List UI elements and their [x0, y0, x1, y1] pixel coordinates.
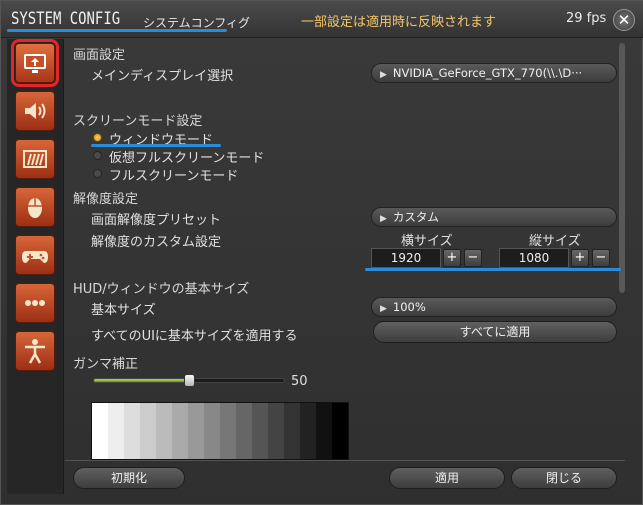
height-increase-button[interactable]: +: [571, 249, 589, 267]
speaker-icon: [25, 103, 46, 119]
resolution-highlight: [365, 268, 621, 271]
gamma-swatch: [316, 403, 332, 459]
title-underline: [7, 29, 227, 32]
radio-virtual-fullscreen[interactable]: [93, 151, 102, 160]
gamma-section-title: ガンマ補正: [73, 357, 139, 372]
main-display-dropdown[interactable]: ▶ NVIDIA_GeForce_GTX_770(\\.\D···: [371, 63, 617, 83]
accessibility-settings-tab[interactable]: [15, 331, 55, 371]
close-button[interactable]: 閉じる: [511, 467, 617, 489]
gamma-swatch: [172, 403, 188, 459]
gamma-slider-fill: [94, 379, 189, 382]
apply-button[interactable]: 適用: [389, 467, 505, 489]
screen-mode-section-title: スクリーンモード設定: [73, 114, 203, 129]
gamepad-settings-tab[interactable]: [15, 235, 55, 275]
gamma-swatch: [236, 403, 252, 459]
resolution-preset-dropdown[interactable]: ▶ カスタム: [371, 207, 617, 227]
width-increase-button[interactable]: +: [443, 249, 461, 267]
reset-button[interactable]: 初期化: [73, 467, 185, 489]
resolution-preset-label: 画面解像度プリセット: [91, 213, 222, 228]
gamma-swatch: [156, 403, 172, 459]
resolution-section-title: 解像度設定: [73, 192, 139, 207]
height-label: 縦サイズ: [529, 234, 581, 249]
base-size-value: 100%: [392, 300, 426, 314]
apply-notice: 一部設定は適用時に反映されます: [301, 15, 497, 30]
width-label: 横サイズ: [401, 234, 453, 249]
gamma-swatch: [220, 403, 236, 459]
category-sidebar: [7, 39, 64, 494]
gamma-swatch: [204, 403, 220, 459]
virtual-fullscreen-label: 仮想フルスクリーンモード: [109, 151, 265, 166]
gamma-swatch: [92, 403, 108, 459]
apply-all-label: すべてのUIに基本サイズを適用する: [91, 329, 298, 344]
gamma-swatch: [268, 403, 284, 459]
mouse-icon: [28, 198, 42, 218]
fullscreen-label: フルスクリーンモード: [109, 169, 239, 184]
accessibility-icon: [25, 339, 45, 364]
base-size-dropdown[interactable]: ▶ 100%: [371, 297, 617, 317]
gamma-swatch: [108, 403, 124, 459]
height-input[interactable]: 1080: [499, 248, 569, 268]
gamma-swatch: [140, 403, 156, 459]
radio-window-mode[interactable]: [93, 133, 102, 142]
gamma-swatch: [284, 403, 300, 459]
footer-divider: [65, 460, 625, 461]
height-decrease-button[interactable]: −: [592, 249, 610, 267]
gamma-preview: [91, 402, 349, 460]
hud-settings-tab[interactable]: [15, 139, 55, 179]
gamma-value: 50: [291, 374, 308, 389]
dropdown-arrow-icon: ▶: [380, 70, 387, 80]
display-settings-tab[interactable]: [11, 39, 59, 87]
content-scrollbar[interactable]: [619, 43, 625, 293]
main-display-value: NVIDIA_GeForce_GTX_770(\\.\D···: [392, 66, 583, 80]
main-display-label: メインディスプレイ選択: [91, 69, 234, 84]
close-icon[interactable]: ✕: [613, 9, 635, 31]
hud-section-title: HUD/ウィンドウの基本サイズ: [73, 282, 250, 297]
gamma-swatch: [332, 403, 348, 459]
window-title: SYSTEM CONFIG: [11, 9, 121, 29]
display-section-title: 画面設定: [73, 48, 126, 63]
mouse-settings-tab[interactable]: [15, 187, 55, 227]
other-settings-tab[interactable]: [15, 283, 55, 323]
gamepad-icon: [22, 251, 48, 263]
base-size-label: 基本サイズ: [91, 303, 156, 318]
system-config-window: SYSTEM CONFIG システムコンフィグ 一部設定は適用時に反映されます …: [0, 0, 643, 505]
sound-settings-tab[interactable]: [15, 91, 55, 131]
gamma-slider-thumb[interactable]: [184, 374, 195, 387]
gamma-swatch: [124, 403, 140, 459]
gamma-swatch: [300, 403, 316, 459]
display-icon: [24, 54, 46, 73]
radio-fullscreen[interactable]: [93, 169, 102, 178]
resolution-preset-value: カスタム: [392, 210, 439, 224]
apply-all-button[interactable]: すべてに適用: [373, 321, 617, 343]
width-decrease-button[interactable]: −: [464, 249, 482, 267]
dropdown-arrow-icon: ▶: [380, 214, 387, 224]
panel-icon: [23, 150, 47, 168]
title-bar: SYSTEM CONFIG システムコンフィグ 一部設定は適用時に反映されます …: [1, 1, 643, 38]
gamma-swatch: [252, 403, 268, 459]
dropdown-arrow-icon: ▶: [380, 304, 387, 314]
custom-resolution-label: 解像度のカスタム設定: [91, 235, 222, 250]
fps-counter: 29 fps: [566, 11, 607, 26]
gamma-swatch: [188, 403, 204, 459]
more-icon: [25, 300, 45, 306]
width-input[interactable]: 1920: [371, 248, 441, 268]
